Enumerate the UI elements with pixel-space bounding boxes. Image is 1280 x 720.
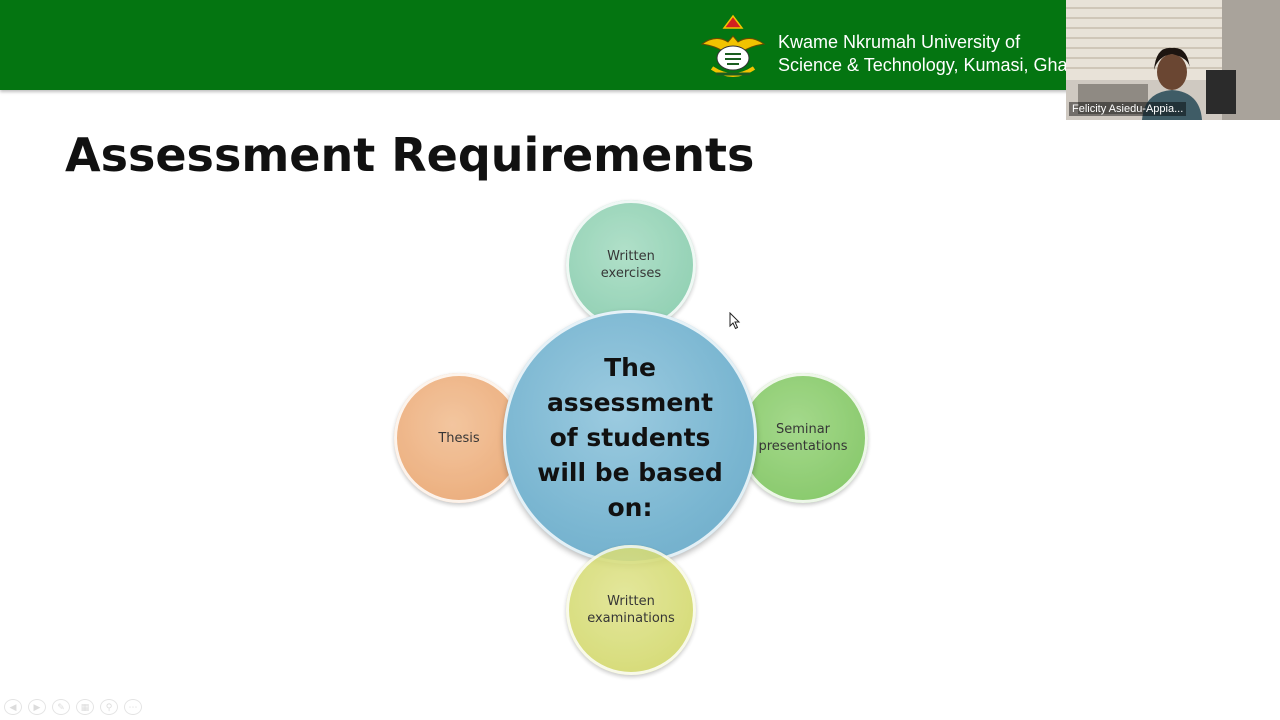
circle-label-right: Seminar presentations (758, 422, 848, 454)
pen-icon[interactable]: ✎ (52, 699, 70, 715)
university-name-line-1: Kwame Nkrumah University of (778, 32, 1021, 52)
circle-label-left: Thesis (438, 430, 480, 446)
circle-center: The assessment of students will be based… (503, 310, 757, 564)
university-name: Kwame Nkrumah University of Science & Te… (778, 31, 1068, 77)
circle-label-top: Written exercises (600, 249, 662, 281)
slide-title: Assessment Requirements (65, 128, 755, 182)
previous-icon[interactable]: ◀ (4, 699, 22, 715)
slideshow-toolbar: ◀ ▶ ✎ ▦ ⚲ ⋯ (4, 699, 142, 715)
zoom-icon[interactable]: ⚲ (100, 699, 118, 715)
circle-label-bottom: Written examinations (587, 594, 675, 626)
participant-name-label: Felicity Asiedu-Appia... (1069, 102, 1187, 116)
more-icon[interactable]: ⋯ (124, 699, 142, 715)
university-name-line-2: Science & Technology, Kumasi, Ghana (778, 55, 1068, 75)
circle-seminar-presentations: Seminar presentations (738, 373, 868, 503)
slides-icon[interactable]: ▦ (76, 699, 94, 715)
circle-label-center: The assessment of students will be based… (537, 352, 723, 522)
circle-written-examinations: Written examinations (566, 545, 696, 675)
radial-diagram: Written exercises Thesis Seminar present… (380, 190, 880, 690)
mouse-cursor-icon (729, 312, 741, 330)
participant-video-tile[interactable]: Felicity Asiedu-Appia... (1066, 0, 1280, 120)
next-icon[interactable]: ▶ (28, 699, 46, 715)
university-crest-logo (700, 14, 766, 77)
